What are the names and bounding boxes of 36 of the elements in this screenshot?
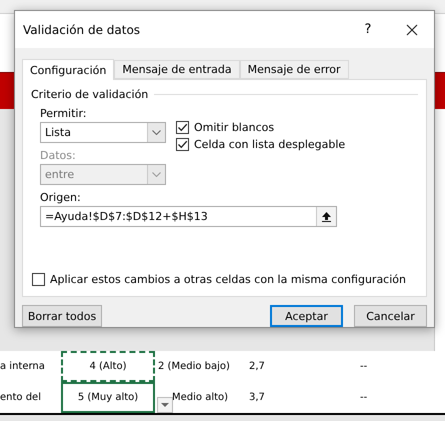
table-cell-text: 2,7 [248, 361, 266, 372]
checkbox-label: Celda con lista desplegable [194, 138, 346, 151]
table-cell-text: 2 (Medio bajo) [157, 361, 227, 372]
tab[interactable]: Mensaje de error [240, 60, 349, 79]
table-cell-text: -- [359, 392, 368, 403]
section-title: Criterio de validación [31, 88, 148, 101]
checkbox[interactable] [176, 121, 189, 134]
dropdown[interactable]: Lista [40, 122, 166, 143]
table-cell-text: -- [359, 361, 368, 372]
checkbox-label: Aplicar estos cambios a otras celdas con la misma configuración [50, 273, 406, 286]
checkbox[interactable] [176, 138, 189, 151]
table-cell-text: Medio alto) [171, 392, 227, 403]
caret-down-icon [161, 403, 169, 407]
window-title: Validación de datos [23, 22, 142, 36]
table-cell-text: 3,7 [248, 392, 266, 403]
clear-all-button[interactable]: Borrar todos [22, 305, 102, 327]
help-button[interactable]: ? [346, 14, 390, 44]
ok-button[interactable]: Aceptar [270, 305, 343, 327]
table-cell-text: ento del [0, 392, 42, 403]
dropdown-button[interactable] [157, 397, 173, 413]
chevron-down-icon [152, 172, 161, 177]
source-field[interactable]: =Ayuda!$D$7:$D$12+$H$13 [40, 206, 337, 227]
close-icon [406, 24, 418, 36]
collapse-button[interactable] [316, 207, 336, 226]
checkbox-label: Omitir blancos [194, 121, 274, 134]
upload-arrow-icon [322, 212, 331, 222]
field-label: Origen: [40, 191, 82, 204]
chevron-down-icon [152, 130, 161, 135]
copied-cell[interactable]: 4 (Alto) [61, 351, 155, 382]
checkbox[interactable] [32, 273, 45, 286]
table-cell-text: a interna [0, 361, 46, 372]
tab[interactable]: Configuración [22, 59, 114, 80]
cancel-button[interactable]: Cancelar [354, 305, 427, 327]
field-label: Datos: [40, 149, 77, 162]
tab[interactable]: Mensaje de entrada [114, 60, 240, 79]
field-label: Permitir: [40, 107, 88, 120]
